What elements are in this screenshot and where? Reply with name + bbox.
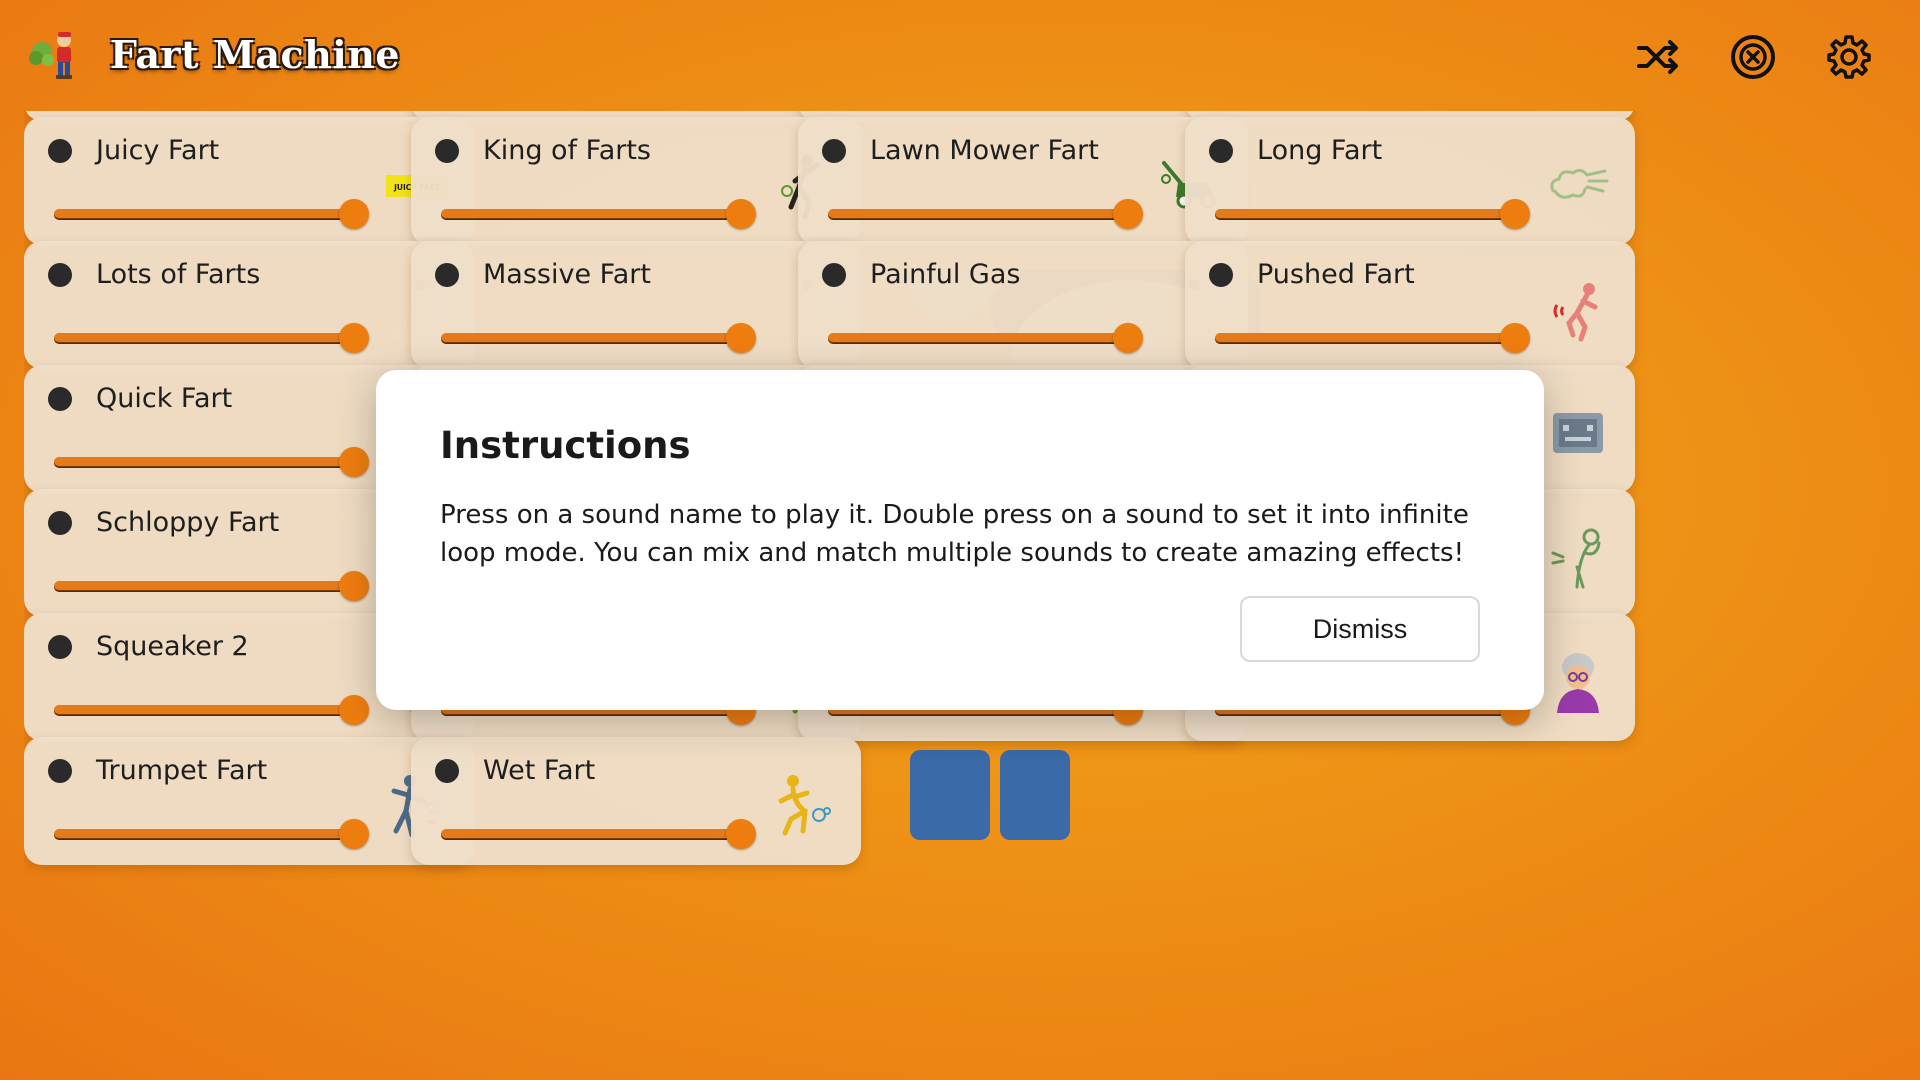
dialog-body: Press on a sound name to play it. Double…	[440, 500, 1469, 568]
instructions-dialog: Instructions Press on a sound name to pl…	[376, 370, 1544, 710]
dialog-title: Instructions	[440, 424, 691, 467]
modal-overlay: Instructions Press on a sound name to pl…	[0, 0, 1920, 1080]
dismiss-button[interactable]: Dismiss	[1240, 596, 1480, 662]
